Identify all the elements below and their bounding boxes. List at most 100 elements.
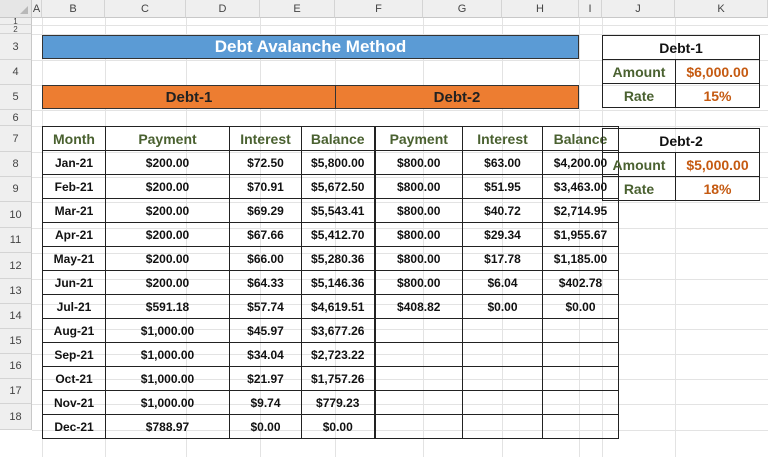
cell-debt2-payment[interactable] xyxy=(374,366,463,391)
debt-1-rate-value[interactable]: 15% xyxy=(675,83,760,108)
row-header-9[interactable]: 9 xyxy=(0,177,32,202)
cell-debt1-balance[interactable]: $5,412.70 xyxy=(301,222,376,247)
header-debt1-interest[interactable]: Interest xyxy=(229,126,302,151)
cell-debt1-payment[interactable]: $1,000.00 xyxy=(105,390,230,415)
column-header-a[interactable]: A xyxy=(32,0,42,18)
cell-debt2-interest[interactable]: $40.72 xyxy=(462,198,543,223)
cell-debt2-payment[interactable]: $800.00 xyxy=(374,222,463,247)
cell-debt1-balance[interactable]: $1,757.26 xyxy=(301,366,376,391)
row-header-3[interactable]: 3 xyxy=(0,34,32,60)
cell-debt1-payment[interactable]: $200.00 xyxy=(105,222,230,247)
debt-2-rate-value[interactable]: 18% xyxy=(675,176,760,201)
cell-debt2-balance[interactable]: $2,714.95 xyxy=(542,198,619,223)
debt-1-group-header[interactable]: Debt-1 xyxy=(42,85,336,109)
cell-debt2-payment[interactable]: $800.00 xyxy=(374,198,463,223)
cell-debt1-interest[interactable]: $9.74 xyxy=(229,390,302,415)
debt-2-info-title[interactable]: Debt-2 xyxy=(602,128,760,153)
cell-debt1-balance[interactable]: $4,619.51 xyxy=(301,294,376,319)
cell-debt2-balance[interactable] xyxy=(542,318,619,343)
title-banner[interactable]: Debt Avalanche Method xyxy=(42,35,579,59)
row-header-16[interactable]: 16 xyxy=(0,354,32,379)
debt-2-amount-value[interactable]: $5,000.00 xyxy=(675,152,760,177)
cell-debt2-payment[interactable]: $800.00 xyxy=(374,150,463,175)
cell-debt1-interest[interactable]: $66.00 xyxy=(229,246,302,271)
cell-month[interactable]: Jun-21 xyxy=(42,270,106,295)
cell-month[interactable]: Oct-21 xyxy=(42,366,106,391)
cell-month[interactable]: Feb-21 xyxy=(42,174,106,199)
row-header-15[interactable]: 15 xyxy=(0,329,32,354)
cell-debt2-payment[interactable] xyxy=(374,342,463,367)
cell-month[interactable]: Jul-21 xyxy=(42,294,106,319)
cell-debt2-balance[interactable]: $402.78 xyxy=(542,270,619,295)
cell-debt2-interest[interactable] xyxy=(462,318,543,343)
cell-debt2-interest[interactable] xyxy=(462,390,543,415)
cell-debt1-balance[interactable]: $5,800.00 xyxy=(301,150,376,175)
cell-month[interactable]: Mar-21 xyxy=(42,198,106,223)
header-debt2-interest[interactable]: Interest xyxy=(462,126,543,151)
cell-debt1-interest[interactable]: $72.50 xyxy=(229,150,302,175)
column-header-k[interactable]: K xyxy=(675,0,768,18)
column-header-b[interactable]: B xyxy=(42,0,105,18)
cell-debt2-balance[interactable]: $0.00 xyxy=(542,294,619,319)
cell-month[interactable]: Aug-21 xyxy=(42,318,106,343)
cell-debt2-interest[interactable] xyxy=(462,366,543,391)
cell-debt2-balance[interactable] xyxy=(542,390,619,415)
cell-debt2-balance[interactable] xyxy=(542,366,619,391)
row-header-12[interactable]: 12 xyxy=(0,253,32,279)
cell-debt1-balance[interactable]: $5,146.36 xyxy=(301,270,376,295)
cell-debt2-balance[interactable] xyxy=(542,342,619,367)
column-header-f[interactable]: F xyxy=(335,0,423,18)
cell-month[interactable]: Jan-21 xyxy=(42,150,106,175)
cell-debt1-interest[interactable]: $21.97 xyxy=(229,366,302,391)
cell-debt1-interest[interactable]: $45.97 xyxy=(229,318,302,343)
row-header-17[interactable]: 17 xyxy=(0,379,32,404)
cell-debt1-payment[interactable]: $200.00 xyxy=(105,150,230,175)
cell-debt2-interest[interactable]: $51.95 xyxy=(462,174,543,199)
row-header-6[interactable]: 6 xyxy=(0,110,32,126)
debt-1-rate-label[interactable]: Rate xyxy=(602,83,676,108)
header-debt1-payment[interactable]: Payment xyxy=(105,126,230,151)
debt-2-amount-label[interactable]: Amount xyxy=(602,152,676,177)
cell-debt2-interest[interactable] xyxy=(462,342,543,367)
cell-debt2-interest[interactable]: $0.00 xyxy=(462,294,543,319)
cell-debt1-payment[interactable]: $1,000.00 xyxy=(105,318,230,343)
cell-debt2-interest[interactable]: $17.78 xyxy=(462,246,543,271)
cell-debt2-payment[interactable] xyxy=(374,390,463,415)
header-month[interactable]: Month xyxy=(42,126,106,151)
cell-month[interactable]: May-21 xyxy=(42,246,106,271)
cell-debt1-interest[interactable]: $70.91 xyxy=(229,174,302,199)
row-header-18[interactable]: 18 xyxy=(0,404,32,430)
debt-2-rate-label[interactable]: Rate xyxy=(602,176,676,201)
cell-debt1-balance[interactable]: $5,672.50 xyxy=(301,174,376,199)
row-header-14[interactable]: 14 xyxy=(0,304,32,329)
header-debt1-balance[interactable]: Balance xyxy=(301,126,376,151)
cell-month[interactable]: Apr-21 xyxy=(42,222,106,247)
cell-debt1-balance[interactable]: $779.23 xyxy=(301,390,376,415)
cell-debt2-payment[interactable] xyxy=(374,414,463,439)
cell-month[interactable]: Dec-21 xyxy=(42,414,106,439)
cell-debt2-interest[interactable]: $6.04 xyxy=(462,270,543,295)
row-header-1[interactable]: 1 xyxy=(0,18,32,26)
row-header-7[interactable]: 7 xyxy=(0,126,32,152)
debt-1-amount-label[interactable]: Amount xyxy=(602,59,676,84)
row-header-10[interactable]: 10 xyxy=(0,202,32,228)
row-header-2[interactable]: 2 xyxy=(0,25,32,34)
row-header-13[interactable]: 13 xyxy=(0,279,32,304)
column-header-d[interactable]: D xyxy=(186,0,260,18)
row-header-5[interactable]: 5 xyxy=(0,85,32,110)
cell-debt1-balance[interactable]: $0.00 xyxy=(301,414,376,439)
column-header-j[interactable]: J xyxy=(602,0,675,18)
cell-debt1-payment[interactable]: $591.18 xyxy=(105,294,230,319)
cell-debt1-payment[interactable]: $200.00 xyxy=(105,246,230,271)
select-all-corner[interactable] xyxy=(0,0,32,18)
cell-debt1-payment[interactable]: $200.00 xyxy=(105,270,230,295)
cell-debt1-interest[interactable]: $67.66 xyxy=(229,222,302,247)
cell-debt1-payment[interactable]: $788.97 xyxy=(105,414,230,439)
cell-debt2-payment[interactable]: $800.00 xyxy=(374,270,463,295)
cell-month[interactable]: Nov-21 xyxy=(42,390,106,415)
cell-debt1-balance[interactable]: $5,543.41 xyxy=(301,198,376,223)
cell-debt2-payment[interactable]: $800.00 xyxy=(374,174,463,199)
column-header-e[interactable]: E xyxy=(260,0,335,18)
column-header-g[interactable]: G xyxy=(423,0,502,18)
cell-debt1-balance[interactable]: $5,280.36 xyxy=(301,246,376,271)
